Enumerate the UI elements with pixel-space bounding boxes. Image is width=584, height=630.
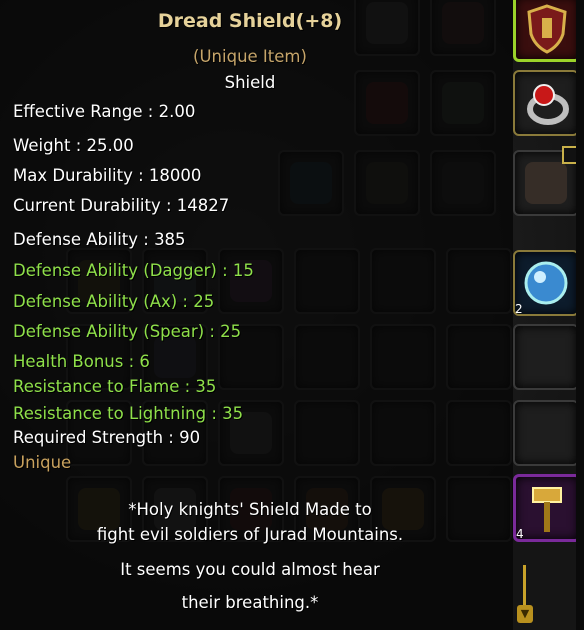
bag-slot[interactable]: [513, 324, 579, 390]
stat-lightning-resistance: Resistance to Lightning : 35: [13, 404, 244, 423]
stack-count: 2: [515, 302, 523, 316]
stack-count: 4: [516, 527, 524, 541]
bag-slot[interactable]: [513, 400, 579, 466]
equip-slot-ring[interactable]: [513, 70, 579, 136]
stat-defense-ability: Defense Ability : 385: [13, 230, 186, 249]
stat-current-durability: Current Durability : 14827: [13, 196, 230, 215]
inventory-slot-sapphire[interactable]: 2: [513, 250, 579, 316]
stat-required-strength: Required Strength : 90: [13, 428, 201, 447]
stat-flame-resistance: Resistance to Flame : 35: [13, 377, 217, 396]
scrollbar-rail: [523, 565, 526, 605]
item-grade-unique: Unique: [13, 453, 72, 472]
red-gem-ring-icon: [527, 84, 569, 125]
item-tooltip: Dread Shield(+8) (Unique Item) Shield Ef…: [0, 0, 513, 630]
chevron-down-icon[interactable]: ▼: [517, 605, 533, 623]
inventory-scrollbar[interactable]: ▼: [517, 565, 533, 625]
lore-line-3: It seems you could almost hear: [120, 560, 380, 579]
stat-weight: Weight : 25.00: [13, 136, 134, 155]
blue-orb-gem-icon: [524, 261, 568, 305]
stat-defense-ax: Defense Ability (Ax) : 25: [13, 292, 215, 311]
window-edge: [576, 0, 584, 630]
stat-health-bonus: Health Bonus : 6: [13, 352, 150, 371]
inventory-slot-hammer[interactable]: 4: [513, 474, 581, 542]
lore-line-2: fight evil soldiers of Jurad Mountains.: [96, 525, 404, 544]
stat-defense-dagger: Defense Ability (Dagger) : 15: [13, 261, 254, 280]
crimson-shield-icon: [527, 4, 567, 54]
lore-line-1: *Holy knights' Shield Made to: [128, 500, 372, 519]
item-rarity-label: (Unique Item): [193, 47, 307, 66]
stat-effective-range: Effective Range : 2.00: [13, 102, 196, 121]
item-name: Dread Shield(+8): [157, 10, 343, 32]
golden-warhammer-icon: [532, 487, 562, 532]
equip-slot-shield-selected[interactable]: [513, 0, 581, 62]
stat-defense-spear: Defense Ability (Spear) : 25: [13, 322, 242, 341]
item-type: Shield: [224, 73, 276, 92]
lore-line-4: their breathing.*: [181, 593, 319, 612]
cape-icon: [525, 162, 567, 204]
stat-max-durability: Max Durability : 18000: [13, 166, 202, 185]
